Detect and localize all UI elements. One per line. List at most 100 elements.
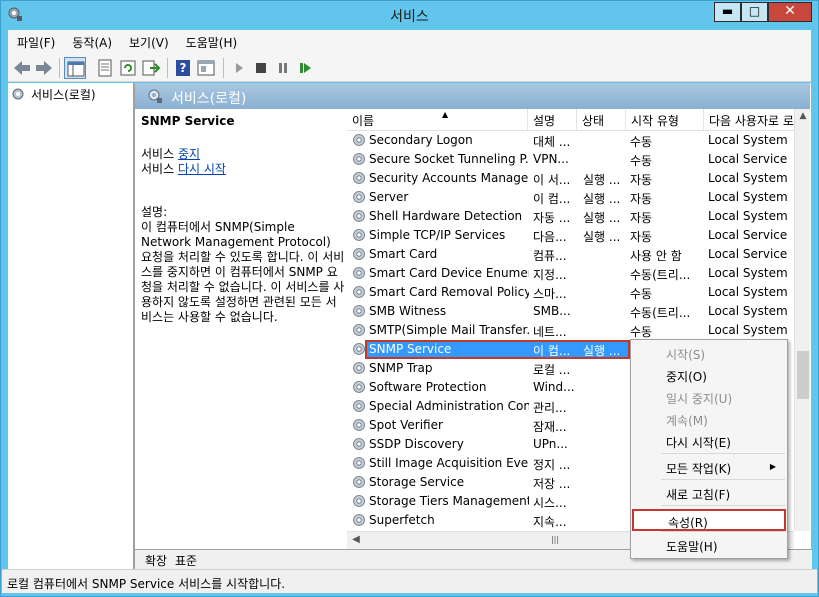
menu-help[interactable]: 도움말(H) xyxy=(177,30,246,54)
service-desc: 시스... xyxy=(533,496,567,510)
close-button[interactable]: ✕ xyxy=(768,2,812,22)
scroll-thumb[interactable] xyxy=(797,351,809,399)
ctx-all-tasks[interactable]: 모든 작업(K) ▶ xyxy=(632,457,786,479)
service-name: SMTP(Simple Mail Transfer... xyxy=(369,323,529,337)
start-service-icon[interactable] xyxy=(228,57,250,79)
ctx-stop-label: 중지(O) xyxy=(666,370,707,384)
service-row[interactable]: Smart Card 컴퓨... 사용 안 함 Local Service xyxy=(347,245,794,264)
stop-service-icon[interactable] xyxy=(250,57,272,79)
service-gear-icon xyxy=(351,284,367,300)
service-logon-as: Local Service xyxy=(708,247,788,261)
service-row[interactable]: Secondary Logon 대체 ... 수동 Local System xyxy=(347,131,794,150)
ctx-resume-label: 계속(M) xyxy=(666,414,708,428)
console-tree-icon[interactable] xyxy=(64,57,86,79)
pane-title: 서비스(로컬) xyxy=(171,91,247,107)
ctx-resume[interactable]: 계속(M) xyxy=(632,409,786,431)
column-header-name[interactable]: 이름 ▲ xyxy=(347,109,528,131)
service-row[interactable]: SMTP(Simple Mail Transfer... 네트... 수동 Local… xyxy=(347,321,794,340)
column-header-logon[interactable]: 다음 사용자로 로 xyxy=(704,109,794,131)
forward-arrow-icon[interactable] xyxy=(33,57,55,79)
menu-action[interactable]: 동작(A) xyxy=(63,30,120,54)
ctx-refresh[interactable]: 새로 고침(F) xyxy=(632,483,786,505)
scroll-left-icon[interactable]: ◀ xyxy=(349,534,363,548)
toolbar-separator xyxy=(59,58,60,78)
service-gear-icon xyxy=(351,512,367,528)
mmc-view-icon[interactable] xyxy=(195,57,217,79)
service-status: 실행 ... xyxy=(583,173,621,187)
service-gear-icon xyxy=(351,151,367,167)
tab-standard[interactable]: 표준 xyxy=(173,552,199,569)
scroll-up-icon[interactable]: ▲ xyxy=(795,111,811,125)
service-startup-type: 수동 xyxy=(630,135,653,149)
service-gear-icon xyxy=(351,360,367,376)
service-row[interactable]: Server 이 컴... 실행 ... 자동 Local System xyxy=(347,188,794,207)
column-header-startup[interactable]: 시작 유형 xyxy=(626,109,704,131)
restart-service-link[interactable]: 다시 시작 xyxy=(178,162,226,176)
service-desc: 컴퓨... xyxy=(533,249,567,263)
service-name: Simple TCP/IP Services xyxy=(369,228,506,242)
ctx-properties[interactable]: 속성(R) xyxy=(632,509,786,531)
back-arrow-icon[interactable] xyxy=(11,57,33,79)
tree-item-services-local[interactable]: 서비스(로컬) xyxy=(11,85,96,103)
maximize-button[interactable]: □ xyxy=(741,2,768,22)
column-header-status[interactable]: 상태 xyxy=(577,109,626,131)
tab-extended[interactable]: 확장 xyxy=(143,552,169,569)
refresh-icon[interactable] xyxy=(117,57,139,79)
service-startup-type: 수동 xyxy=(630,325,653,339)
menu-view[interactable]: 보기(V) xyxy=(120,30,177,54)
services-gear-icon xyxy=(147,88,163,104)
service-startup-type: 수동(트리... xyxy=(630,268,691,282)
service-name: Secure Socket Tunneling P... xyxy=(369,152,529,166)
service-row[interactable]: Smart Card Device Enumer... 지정... 수동(트리...… xyxy=(347,264,794,283)
service-logon-as: Local System xyxy=(708,304,788,318)
ctx-restart[interactable]: 다시 시작(E) xyxy=(632,431,786,453)
service-logon-as: Local System xyxy=(708,209,788,223)
service-row[interactable]: Simple TCP/IP Services 다음... 실행 ... 자동 Local… xyxy=(347,226,794,245)
column-header-desc[interactable]: 설명 xyxy=(528,109,577,131)
selected-service-name: SNMP Service xyxy=(141,114,235,128)
service-row[interactable]: Shell Hardware Detection 자동 ... 실행 ... 자동 Lo… xyxy=(347,207,794,226)
service-logon-as: Local System xyxy=(708,171,788,185)
ctx-restart-label: 다시 시작(E) xyxy=(666,436,731,450)
service-logon-as: Local System xyxy=(708,323,788,337)
properties-sheet-icon[interactable] xyxy=(94,57,116,79)
service-gear-icon xyxy=(351,436,367,452)
restart-service-icon[interactable] xyxy=(294,57,316,79)
help-icon[interactable]: ? xyxy=(172,57,194,79)
service-name: Storage Service xyxy=(369,475,465,489)
list-header: 이름 ▲ 설명 상태 시작 유형 다음 사용자로 로 xyxy=(347,109,810,131)
service-row[interactable]: Smart Card Removal Policy 스마... 수동 Local Sy… xyxy=(347,283,794,302)
ctx-start[interactable]: 시작(S) xyxy=(632,343,786,365)
service-name: Smart Card Removal Policy xyxy=(369,285,529,299)
ctx-all-tasks-label: 모든 작업(K) xyxy=(666,462,732,476)
service-name: Special Administration Con... xyxy=(369,399,529,413)
service-desc: VPN... xyxy=(533,152,569,166)
ctx-pause[interactable]: 일시 중지(U) xyxy=(632,387,786,409)
service-row[interactable]: SMB Witness SMB... 수동(트리... Local System xyxy=(347,302,794,321)
service-status: 실행 ... xyxy=(583,192,621,206)
service-desc: 지속... xyxy=(533,515,567,529)
service-status: 실행 ... xyxy=(583,211,621,225)
stop-service-link[interactable]: 중지 xyxy=(178,147,200,161)
service-name: Software Protection xyxy=(369,380,487,394)
pause-service-icon[interactable] xyxy=(272,57,294,79)
services-window: 서비스 ▬ □ ✕ 파일(F) 동작(A) 보기(V) 도움말(H) ? 서비스(로컬… xyxy=(0,0,819,597)
hscroll-thumb[interactable]: ||| xyxy=(541,535,569,547)
title-bar[interactable]: 서비스 ▬ □ ✕ xyxy=(1,1,818,29)
service-name: Server xyxy=(369,190,409,204)
menu-file[interactable]: 파일(F) xyxy=(8,30,63,54)
service-logon-as: Local Service xyxy=(708,152,788,166)
minimize-button[interactable]: ▬ xyxy=(714,2,741,22)
ctx-stop[interactable]: 중지(O) xyxy=(632,365,786,387)
service-gear-icon xyxy=(351,417,367,433)
vertical-scrollbar[interactable]: ▲ xyxy=(794,109,810,531)
service-row[interactable]: Security Accounts Manager 이 서... 실행 ... 자동 L… xyxy=(347,169,794,188)
service-row[interactable]: Secure Socket Tunneling P... VPN... 수동 Loca… xyxy=(347,150,794,169)
service-name: Smart Card Device Enumer... xyxy=(369,266,529,280)
service-desc: 대체 ... xyxy=(533,135,571,149)
service-gear-icon xyxy=(351,170,367,186)
ctx-help[interactable]: 도움말(H) xyxy=(632,535,786,557)
status-text: 로컬 컴퓨터에서 SNMP Service 서비스를 시작합니다. xyxy=(7,577,286,591)
service-desc: 이 컴... xyxy=(533,192,571,206)
export-list-icon[interactable] xyxy=(140,57,162,79)
